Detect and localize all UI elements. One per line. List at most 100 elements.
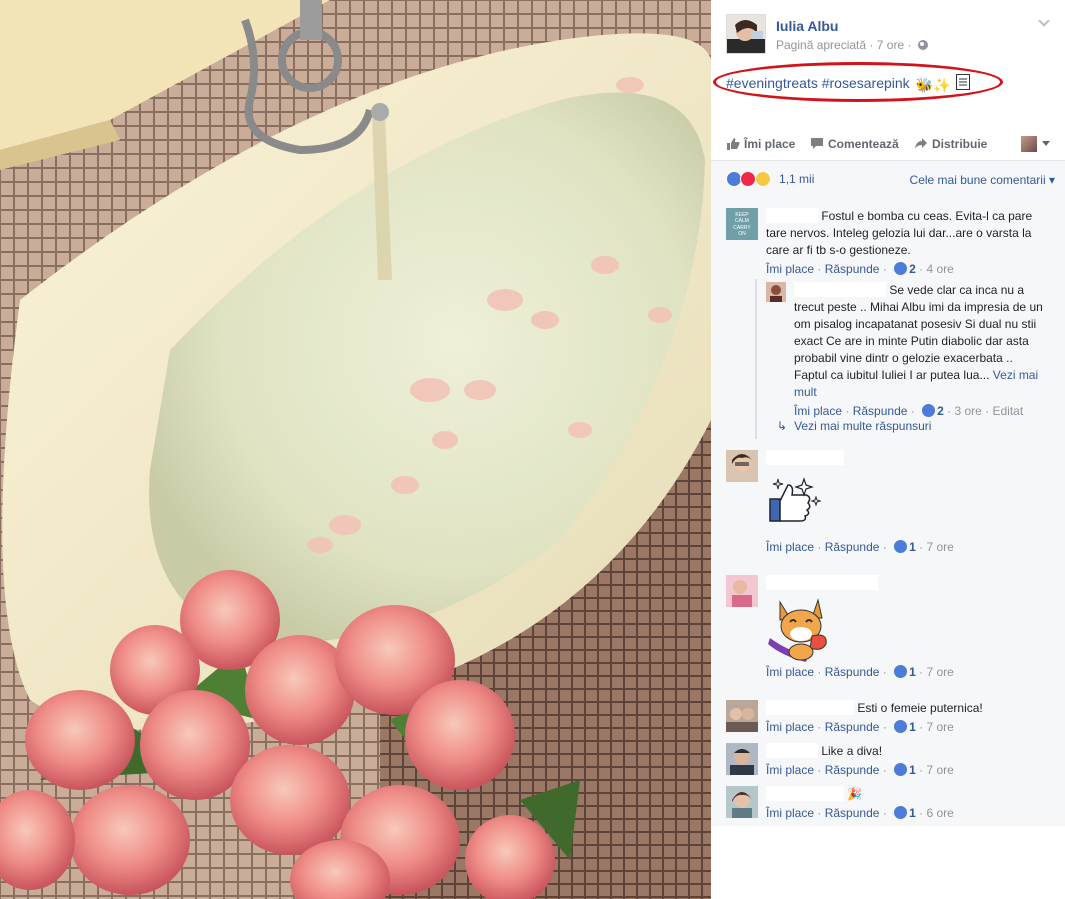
page-type-label: Pagină apreciată: [776, 38, 867, 52]
comment-text: Esti o femeie puternica!: [857, 701, 983, 715]
comment-time[interactable]: 7 ore: [926, 720, 953, 734]
comment-author-name[interactable]: [766, 575, 878, 590]
like-count-icon: [894, 540, 908, 553]
comment-like-count[interactable]: 1: [909, 665, 916, 679]
reply-author-name[interactable]: [794, 282, 886, 297]
meta-separator: ·: [869, 38, 877, 52]
comment-like-link[interactable]: Îmi place: [766, 665, 814, 679]
share-button[interactable]: Distribuie: [914, 137, 987, 151]
comment-sort-dropdown[interactable]: Cele mai bune comentarii ▾: [910, 173, 1055, 187]
comment-reply-link[interactable]: Răspunde: [825, 665, 880, 679]
comment-author-name[interactable]: [766, 208, 818, 223]
reply-time[interactable]: 3 ore: [954, 404, 981, 418]
comment-like-count[interactable]: 1: [909, 763, 916, 777]
thumbs-up-sparkles-sticker-icon: [769, 477, 822, 522]
comment-avatar[interactable]: [726, 786, 758, 818]
post-text: #eveningtreats #rosesarepink 🐝✨: [726, 74, 971, 94]
reply-body: Se vede clar ca inca nu a trecut peste .…: [794, 282, 1046, 420]
comments-section: 1,1 mii Cele mai bune comentarii ▾ KEEP C…: [711, 161, 1065, 826]
post-as-selector[interactable]: [1021, 136, 1053, 152]
comment-text: 🎉: [847, 787, 863, 801]
comment-author-name[interactable]: [766, 450, 844, 465]
post-meta: Pagină apreciată · 7 ore ·: [776, 38, 928, 52]
comment-reply-link[interactable]: Răspunde: [825, 540, 880, 554]
more-replies-label: Vezi mai multe răspunsuri: [794, 419, 932, 433]
comment-author-name[interactable]: [766, 743, 818, 758]
share-icon: [915, 138, 927, 149]
emoji-box-icon: [956, 74, 971, 90]
hashtag-rosesarepink[interactable]: #rosesarepink: [822, 75, 910, 91]
comment-time[interactable]: 7 ore: [926, 763, 953, 777]
globe-icon: [917, 40, 928, 50]
like-count-icon: [922, 404, 936, 417]
comment-like-count[interactable]: 2: [909, 262, 916, 276]
reply-thread-line: [755, 279, 757, 439]
hashtag-eveningtreats[interactable]: #eveningtreats: [726, 75, 818, 91]
comment-reply-link[interactable]: Răspunde: [825, 720, 880, 734]
love-reaction-icon: [740, 171, 757, 187]
comment-like-link[interactable]: Îmi place: [766, 262, 814, 276]
reply-reply-link[interactable]: Răspunde: [853, 404, 908, 418]
like-button[interactable]: Îmi place: [726, 137, 795, 151]
comment-body: Îmi place · Răspunde · 1 · 7 ore: [766, 450, 1056, 556]
reactions-count[interactable]: 1,1 mii: [779, 172, 814, 186]
comment-time[interactable]: 7 ore: [926, 540, 953, 554]
comment-item: Îmi place · Răspunde · 1 · 7 ore: [726, 450, 1056, 565]
comment-like-link[interactable]: Îmi place: [766, 540, 814, 554]
comment-actions: Îmi place · Răspunde · 2 · 4 ore: [766, 262, 954, 276]
comment-composer-area[interactable]: [718, 826, 1065, 899]
comment-avatar[interactable]: [726, 450, 758, 482]
comment-like-link[interactable]: Îmi place: [766, 720, 814, 734]
comment-text: Like a diva!: [821, 744, 883, 758]
post-emoji: 🐝✨: [915, 77, 951, 93]
comment-time[interactable]: 7 ore: [926, 665, 953, 679]
comment-body: Fostul e bomba cu ceas. Evita-l ca pare …: [766, 208, 1056, 278]
comment-actions: Îmi place · Răspunde · 1 · 7 ore: [766, 720, 954, 734]
comment-body: Îmi place · Răspunde · 1 · 7 ore: [766, 575, 1056, 681]
caret-down-icon: [1042, 141, 1050, 146]
comment-like-link[interactable]: Îmi place: [766, 763, 814, 777]
comment-like-count[interactable]: 1: [909, 540, 916, 554]
like-count-icon: [894, 806, 908, 819]
like-count-icon: [894, 720, 908, 733]
comment-reply-link[interactable]: Răspunde: [825, 806, 880, 820]
viewer-avatar: [1021, 136, 1037, 152]
thumbs-up-icon: [727, 138, 740, 150]
reply-arrow-icon: ↳: [777, 419, 788, 433]
author-avatar[interactable]: [726, 14, 766, 54]
comment-item: KEEP CALM CARRY ON Fostul e bomba cu ceas. …: [726, 208, 1056, 278]
post-time[interactable]: 7 ore: [877, 38, 904, 52]
comment-avatar[interactable]: [726, 743, 758, 775]
comment-actions: Îmi place · Răspunde · 1 · 7 ore: [766, 665, 954, 679]
reply-like-link[interactable]: Îmi place: [794, 404, 842, 418]
like-label: Îmi place: [744, 137, 796, 151]
comment-reply-link[interactable]: Răspunde: [825, 763, 880, 777]
reply-edited[interactable]: Editat: [992, 404, 1023, 418]
post-options-chevron-icon[interactable]: [1037, 16, 1051, 30]
comment-like-count[interactable]: 1: [909, 806, 916, 820]
comment-time[interactable]: 4 ore: [926, 262, 953, 276]
post-header: Iulia Albu Pagină apreciată · 7 ore ·: [711, 0, 1065, 62]
comment-button[interactable]: Comentează: [810, 137, 899, 151]
comment-icon: [811, 138, 823, 149]
reply-item: Se vede clar ca inca nu a trecut peste .…: [766, 282, 1046, 420]
comment-avatar[interactable]: [726, 700, 758, 732]
reply-avatar[interactable]: [766, 282, 786, 302]
sticker-container: [766, 467, 1056, 537]
comment-avatar[interactable]: [726, 575, 758, 607]
comment-like-count[interactable]: 1: [909, 720, 916, 734]
comment-avatar[interactable]: KEEP CALM CARRY ON: [726, 208, 758, 240]
corgi-heart-sticker-icon: [768, 598, 827, 662]
comment-item: Îmi place · Răspunde · 1 · 7 ore: [726, 575, 1056, 690]
more-replies-link[interactable]: ↳ Vezi mai multe răspunsuri: [777, 419, 931, 433]
reply-like-count[interactable]: 2: [937, 404, 944, 418]
comment-like-link[interactable]: Îmi place: [766, 806, 814, 820]
comment-author-name[interactable]: [766, 786, 844, 801]
comment-actions: Îmi place · Răspunde · 1 · 6 ore: [766, 806, 954, 820]
author-name[interactable]: Iulia Albu: [776, 18, 838, 34]
reactions-summary[interactable]: 1,1 mii: [726, 171, 814, 189]
comment-author-name[interactable]: [766, 700, 854, 715]
comment-time[interactable]: 6 ore: [926, 806, 953, 820]
comment-reply-link[interactable]: Răspunde: [825, 262, 880, 276]
post-photo[interactable]: [0, 0, 711, 899]
